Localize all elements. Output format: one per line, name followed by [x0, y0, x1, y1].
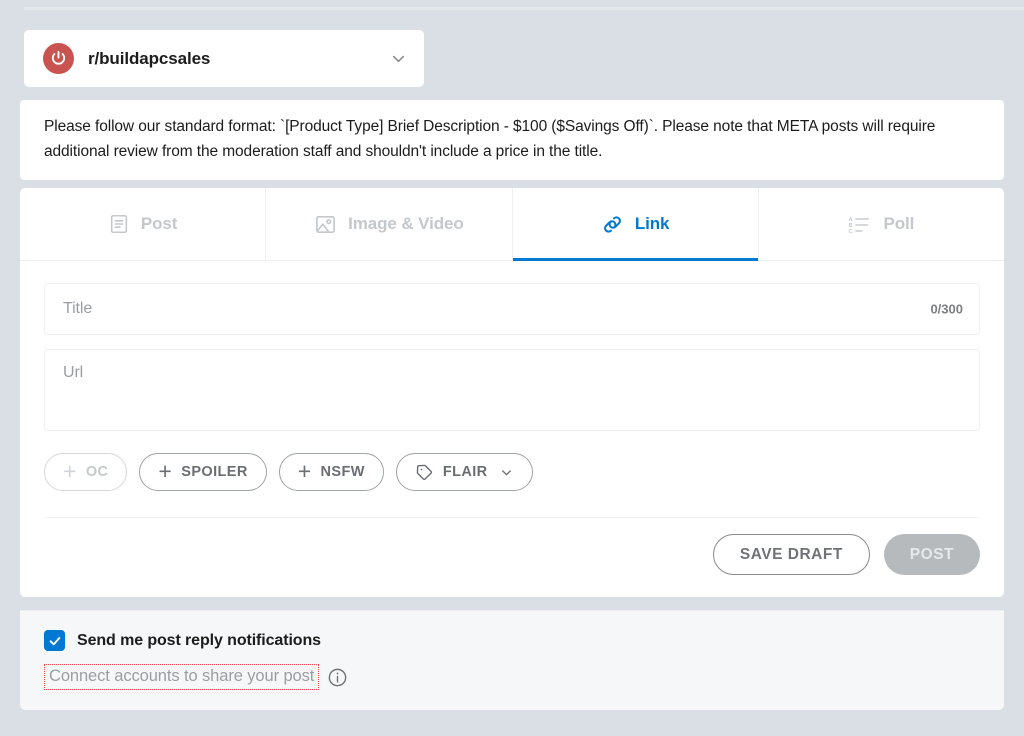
connect-accounts-row: Connect accounts to share your post — [44, 664, 980, 690]
tab-post[interactable]: Post — [20, 188, 266, 260]
tab-label: Link — [635, 214, 670, 234]
community-selector[interactable]: r/buildapcsales — [24, 30, 424, 87]
save-draft-button[interactable]: SAVE DRAFT — [713, 534, 870, 575]
tag-icon — [415, 463, 434, 482]
nsfw-tag-button[interactable]: + NSFW — [279, 453, 384, 491]
svg-text:C: C — [849, 229, 853, 235]
chevron-down-icon[interactable] — [389, 49, 408, 68]
poll-bars-icon: A B C — [848, 213, 872, 235]
send-reply-notifications-checkbox[interactable] — [44, 630, 65, 651]
composer-card: Post Image & Video — [20, 188, 1004, 597]
rules-text: Please follow our standard format: `[Pro… — [44, 114, 980, 164]
post-options-panel: Send me post reply notifications Connect… — [20, 610, 1004, 710]
document-lines-icon — [108, 213, 130, 235]
tab-label: Image & Video — [348, 214, 464, 234]
composer-fields: Title 0/300 Url — [20, 261, 1004, 431]
oc-tag-button[interactable]: + OC — [44, 453, 127, 491]
title-character-counter: 0/300 — [930, 302, 963, 317]
pill-label: NSFW — [321, 464, 365, 480]
tab-label: Post — [141, 214, 177, 234]
url-input[interactable]: Url — [44, 349, 980, 431]
spoiler-tag-button[interactable]: + SPOILER — [139, 453, 266, 491]
post-button[interactable]: POST — [884, 534, 980, 575]
notification-option-row: Send me post reply notifications — [44, 630, 980, 651]
post-composer-page: r/buildapcsales Please follow our standa… — [0, 0, 1024, 736]
tab-label: Poll — [883, 214, 914, 234]
connect-accounts-link[interactable]: Connect accounts to share your post — [44, 664, 319, 690]
title-placeholder: Title — [63, 300, 92, 318]
tab-image-video[interactable]: Image & Video — [266, 188, 512, 260]
composer-actions: SAVE DRAFT POST — [20, 518, 1004, 597]
link-chain-icon — [601, 213, 624, 236]
info-circle-icon[interactable] — [327, 667, 348, 688]
image-icon — [314, 213, 337, 236]
tab-poll[interactable]: A B C Poll — [759, 188, 1004, 260]
url-placeholder: Url — [63, 364, 83, 381]
title-input[interactable]: Title 0/300 — [44, 283, 980, 335]
send-reply-notifications-label[interactable]: Send me post reply notifications — [77, 632, 321, 650]
power-icon — [43, 43, 74, 74]
community-name: r/buildapcsales — [88, 49, 389, 69]
pill-label: FLAIR — [443, 464, 488, 480]
post-tag-buttons: + OC + SPOILER + NSFW FLAIR — [20, 431, 1004, 491]
pill-label: OC — [86, 464, 109, 480]
flair-button[interactable]: FLAIR — [396, 453, 533, 491]
community-rules-notice: Please follow our standard format: `[Pro… — [20, 100, 1004, 180]
pill-label: SPOILER — [181, 464, 247, 480]
tab-link[interactable]: Link — [513, 188, 759, 260]
active-tab-indicator — [513, 258, 758, 261]
top-divider — [24, 7, 1024, 10]
chevron-down-icon — [499, 465, 514, 480]
post-type-tabs: Post Image & Video — [20, 188, 1004, 261]
